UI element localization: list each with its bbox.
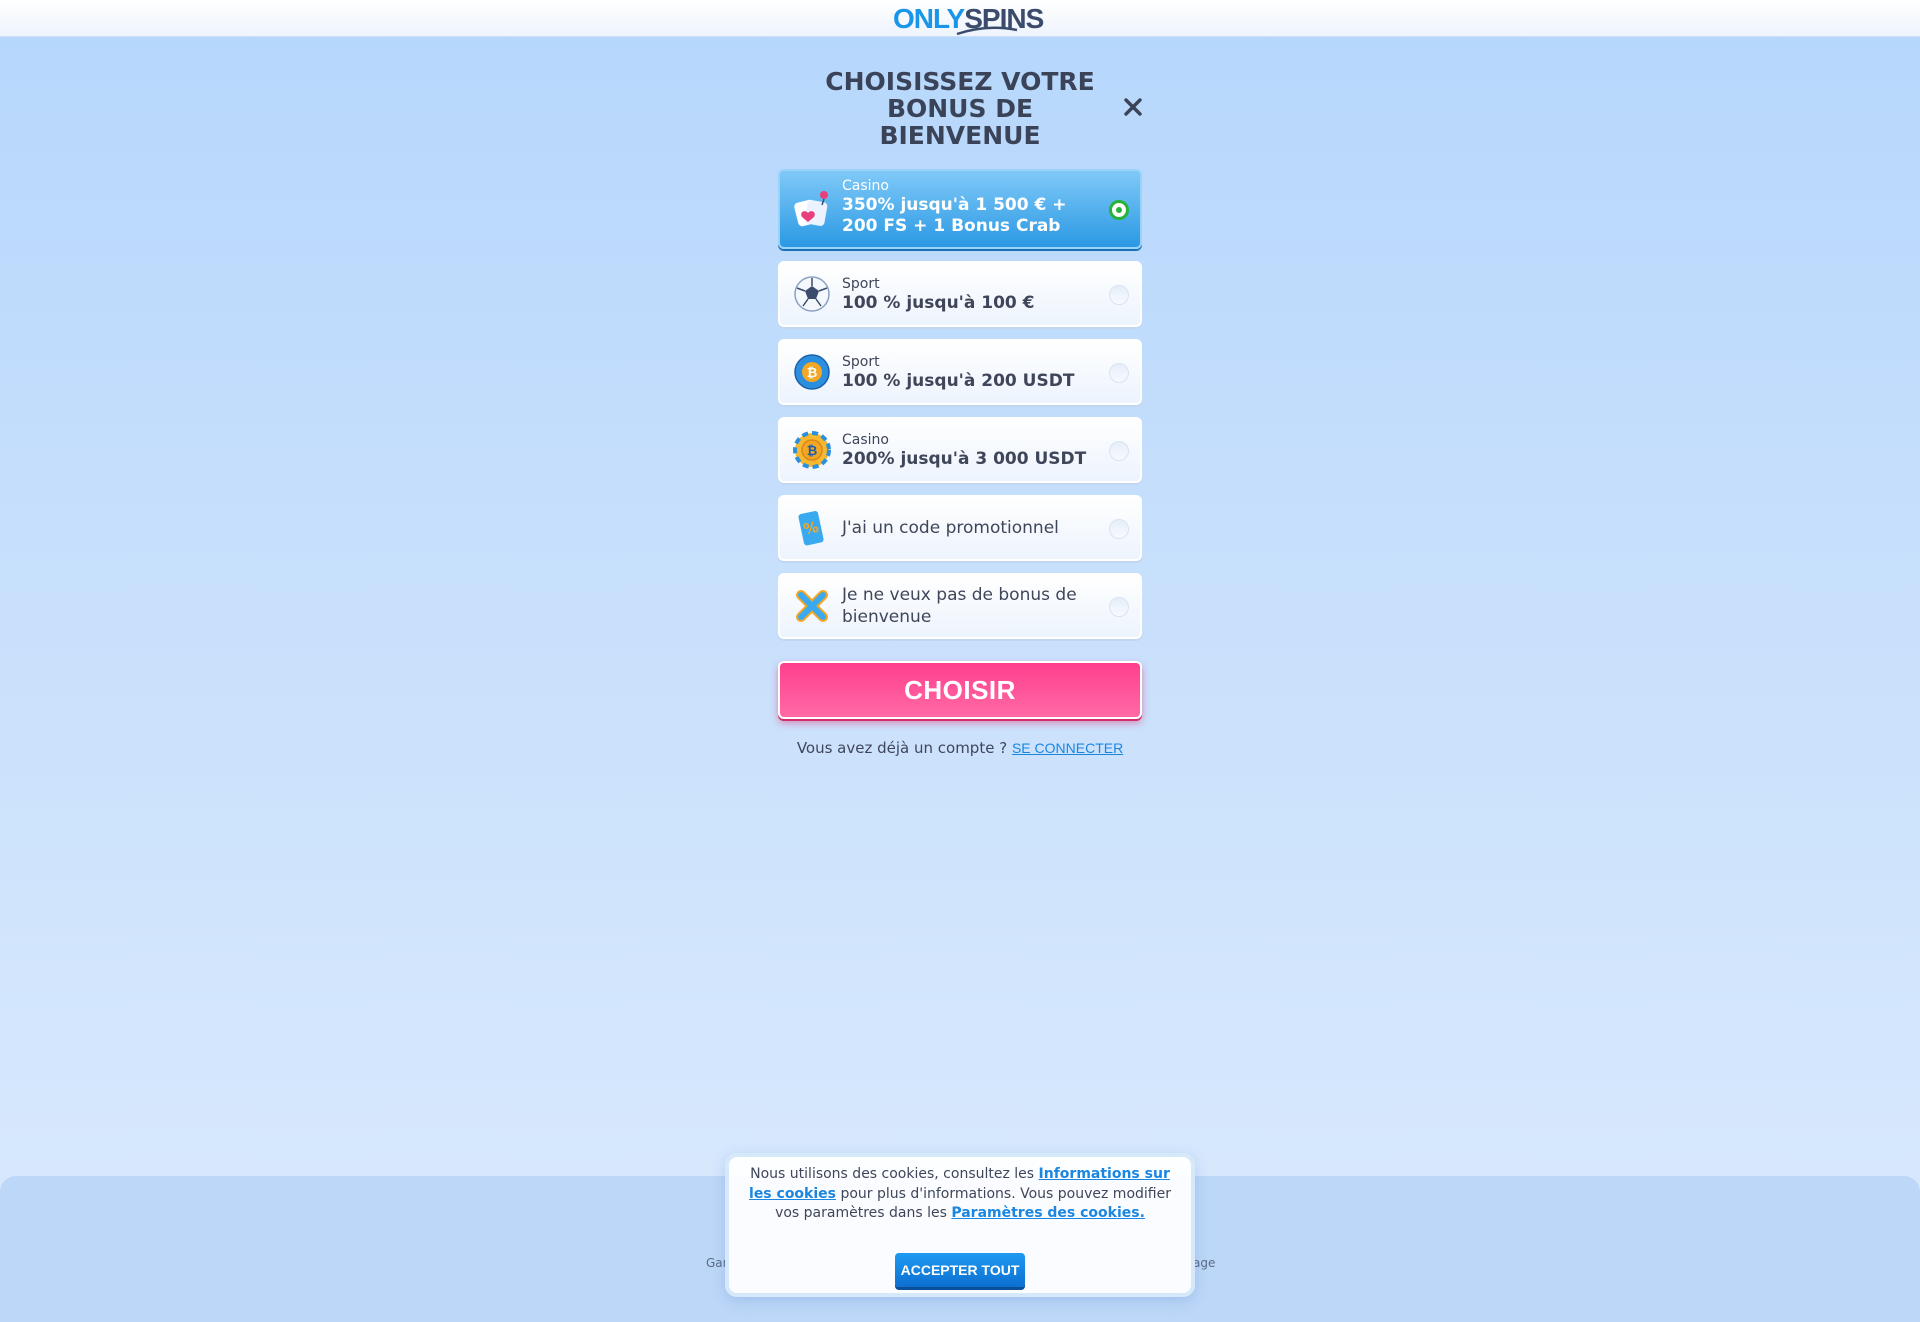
login-prompt-line: Vous avez déjà un compte ? SE CONNECTER: [760, 739, 1160, 757]
choose-button[interactable]: CHOISIR: [778, 661, 1142, 719]
bonus-option-no-bonus[interactable]: Je ne veux pas de bonus de bienvenue: [778, 573, 1142, 639]
cookie-settings-link[interactable]: Paramètres des cookies.: [951, 1205, 1145, 1221]
login-link[interactable]: SE CONNECTER: [1012, 740, 1123, 756]
promo-ticket-icon: %: [798, 511, 824, 546]
option-label: J'ai un code promotionnel: [842, 518, 1059, 538]
option-text: Casino 350% jusqu'à 1 500 € + 200 FS + 1…: [842, 177, 1090, 237]
close-icon: [1124, 98, 1142, 116]
login-prompt-text: Vous avez déjà un compte ?: [796, 739, 1008, 757]
logo-swoosh-icon: [956, 26, 1018, 36]
bonus-option-promo-code[interactable]: % J'ai un code promotionnel: [778, 495, 1142, 561]
option-label: Je ne veux pas de bonus de bienvenue: [842, 585, 1077, 627]
option-radio[interactable]: [1109, 285, 1129, 305]
casino-hearts-icon: [794, 191, 828, 227]
footer-link-fragment-right[interactable]: age: [1193, 1256, 1215, 1270]
cookie-text: Nous utilisons des cookies, consultez le…: [743, 1165, 1177, 1224]
option-category: Casino: [842, 432, 889, 448]
bonus-option-sport-100eur[interactable]: Sport 100 % jusqu'à 100 €: [778, 261, 1142, 327]
option-text: J'ai un code promotionnel: [842, 517, 1090, 539]
svg-text:₿: ₿: [807, 366, 818, 381]
option-title: 200% jusqu'à 3 000 USDT: [842, 449, 1087, 469]
option-text: Casino 200% jusqu'à 3 000 USDT: [842, 431, 1090, 470]
accept-all-cookies-button[interactable]: ACCEPTER TOUT: [895, 1253, 1025, 1287]
option-radio[interactable]: [1109, 519, 1129, 539]
bitcoin-chip-icon: ₿: [793, 431, 831, 469]
bonus-option-casino-350[interactable]: Casino 350% jusqu'à 1 500 € + 200 FS + 1…: [778, 169, 1142, 249]
option-radio-selected[interactable]: [1109, 200, 1129, 220]
cookie-text-part1: Nous utilisons des cookies, consultez le…: [750, 1166, 1035, 1182]
option-category: Sport: [842, 276, 880, 292]
option-title: 100 % jusqu'à 100 €: [842, 293, 1035, 313]
option-text: Sport 100 % jusqu'à 200 USDT: [842, 353, 1090, 392]
option-text: Je ne veux pas de bonus de bienvenue: [842, 584, 1090, 628]
option-text: Sport 100 % jusqu'à 100 €: [842, 275, 1090, 314]
bonus-option-sport-200usdt[interactable]: ₿ Sport 100 % jusqu'à 200 USDT: [778, 339, 1142, 405]
option-category: Sport: [842, 354, 880, 370]
no-bonus-x-icon: [796, 590, 828, 622]
option-radio[interactable]: [1109, 441, 1129, 461]
page-title: CHOISISSEZ VOTRE BONUS DE BIENVENUE: [825, 67, 1095, 150]
svg-text:₿: ₿: [807, 444, 818, 459]
soccer-ball-icon: [794, 276, 830, 312]
close-button[interactable]: [1120, 94, 1146, 120]
onlyspins-logo[interactable]: ONLYSPINS: [893, 2, 1044, 36]
bitcoin-ball-icon: ₿: [794, 354, 830, 390]
logo-text-only: ONLY: [893, 3, 965, 34]
option-radio[interactable]: [1109, 363, 1129, 383]
bonus-option-casino-3000usdt[interactable]: ₿ Casino 200% jusqu'à 3 000 USDT: [778, 417, 1142, 483]
option-category: Casino: [842, 178, 889, 194]
top-bar: ONLYSPINS: [0, 0, 1920, 37]
option-title: 100 % jusqu'à 200 USDT: [842, 371, 1075, 391]
option-radio[interactable]: [1109, 597, 1129, 617]
cookie-banner: Nous utilisons des cookies, consultez le…: [725, 1153, 1195, 1297]
option-title: 350% jusqu'à 1 500 € + 200 FS + 1 Bonus …: [842, 195, 1067, 236]
